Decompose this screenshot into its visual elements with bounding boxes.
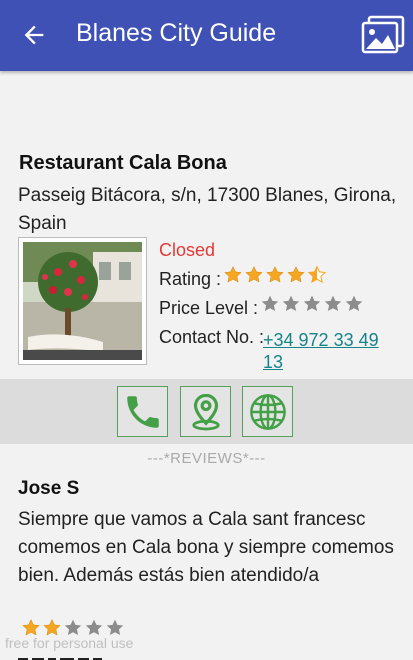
reviews-heading: ---*REVIEWS*--- xyxy=(147,450,266,467)
star-icon xyxy=(307,265,327,283)
open-status: Closed xyxy=(159,240,216,260)
price-level-label: Price Level : xyxy=(159,298,259,318)
star-icon xyxy=(245,266,263,283)
phone-icon xyxy=(126,395,159,428)
place-photo[interactable] xyxy=(18,237,147,365)
website-button[interactable] xyxy=(242,386,293,437)
action-bar xyxy=(0,379,413,444)
app-bar: Blanes City Guide xyxy=(0,0,413,71)
rating-stars xyxy=(223,265,327,285)
star-icon xyxy=(261,295,279,312)
map-pin-icon xyxy=(191,393,220,430)
star-icon xyxy=(266,266,284,283)
star-icon xyxy=(324,295,342,312)
gallery-button[interactable] xyxy=(361,15,405,55)
place-name: Restaurant Cala Bona xyxy=(19,152,227,174)
restaurant-photo xyxy=(23,242,142,360)
map-button[interactable] xyxy=(180,386,231,437)
star-icon xyxy=(345,295,363,312)
star-icon xyxy=(303,295,321,312)
contact-phone-link[interactable]: +34 972 33 49 13 xyxy=(263,329,398,373)
app-title: Blanes City Guide xyxy=(76,19,277,47)
rating-label: Rating : xyxy=(159,269,222,289)
star-icon xyxy=(287,266,305,283)
star-icon xyxy=(224,266,242,283)
place-address: Passeig Bitácora, s/n, 17300 Blanes, Gir… xyxy=(18,185,397,234)
next-review-peek xyxy=(18,651,168,660)
photo-gallery-icon xyxy=(361,15,405,54)
globe-icon xyxy=(249,393,286,430)
watermark: free for personal use xyxy=(5,635,134,651)
review-text: Siempre que vamos a Cala sant francesc c… xyxy=(18,509,394,586)
contact-label: Contact No. : xyxy=(159,327,265,347)
call-button[interactable] xyxy=(117,386,168,437)
review-author: Jose S xyxy=(18,478,80,499)
back-button[interactable] xyxy=(20,21,48,49)
star-icon xyxy=(282,295,300,312)
price-level-stars xyxy=(260,294,364,314)
arrow-back-icon xyxy=(24,25,44,45)
